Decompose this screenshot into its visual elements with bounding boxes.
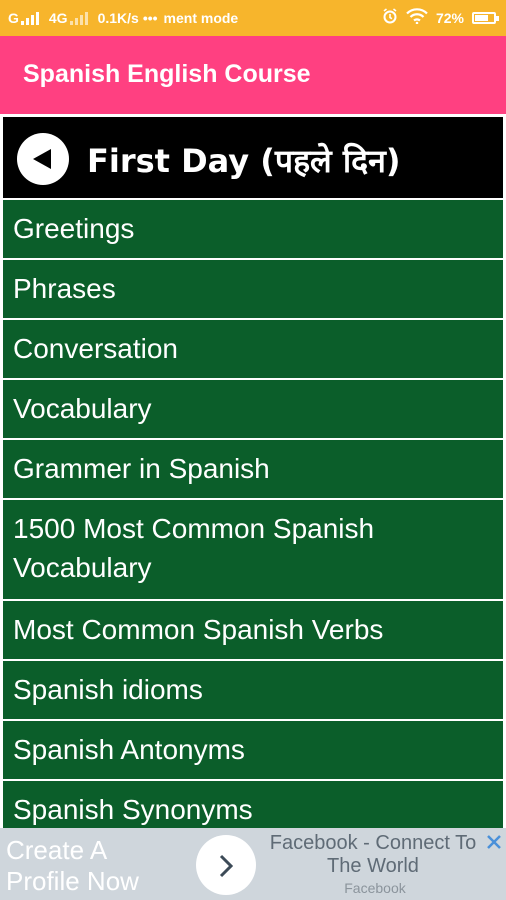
wifi-icon <box>406 8 428 27</box>
list-item-grammar[interactable]: Grammer in Spanish <box>3 438 503 498</box>
list-item-common-verbs[interactable]: Most Common Spanish Verbs <box>3 599 503 659</box>
notification-text: ment mode <box>163 10 239 26</box>
back-arrow-icon <box>33 149 51 169</box>
list-item-label: Spanish Synonyms <box>13 794 253 825</box>
signal-icon <box>20 11 39 25</box>
ad-headline[interactable]: Create A Profile Now <box>6 835 139 897</box>
battery-fill <box>475 14 488 21</box>
ad-title[interactable]: Facebook - Connect To The World <box>262 832 484 878</box>
chevron-right-icon <box>219 854 234 878</box>
list-item-label: Grammer in Spanish <box>13 453 270 484</box>
battery-icon <box>472 11 499 24</box>
network-label: 4G <box>48 10 68 26</box>
list-item-label: Vocabulary <box>13 393 152 424</box>
notification-dots: ••• <box>142 10 158 26</box>
app-title: Spanish English Course <box>23 60 311 88</box>
alarm-icon <box>382 8 398 27</box>
battery-percent: 72% <box>435 9 464 26</box>
list-item-common-vocabulary[interactable]: 1500 Most Common Spanish Vocabulary <box>3 498 503 599</box>
section-title: First Day (पहले दिन) <box>87 142 401 180</box>
list-item-label: Spanish Antonyms <box>13 734 245 765</box>
list-item-antonyms[interactable]: Spanish Antonyms <box>3 719 503 779</box>
app-bar: Spanish English Course <box>0 36 506 114</box>
list-item-label: Spanish idioms <box>13 674 203 705</box>
back-button[interactable] <box>17 133 69 185</box>
list-item-label: Most Common Spanish Verbs <box>13 614 384 645</box>
content-area: First Day (पहले दिन) Greetings Phrases C… <box>0 114 506 839</box>
ad-source: Facebook <box>344 880 406 896</box>
list-item-label: Greetings <box>13 213 135 244</box>
carrier-label: G <box>8 10 19 26</box>
ad-headline-line2: Profile Now <box>6 866 139 896</box>
ad-banner[interactable]: Create A Profile Now Facebook - Connect … <box>0 828 506 900</box>
list-item-label: Phrases <box>13 273 116 304</box>
list-item-label: Conversation <box>13 333 178 364</box>
signal-icon-2 <box>69 11 88 25</box>
list-item-label: 1500 Most Common Spanish Vocabulary <box>13 513 375 583</box>
list-item-conversation[interactable]: Conversation <box>3 318 503 378</box>
ad-headline-line1: Create A <box>6 835 108 865</box>
lesson-list: Greetings Phrases Conversation Vocabular… <box>3 198 503 839</box>
list-item-greetings[interactable]: Greetings <box>3 198 503 258</box>
list-item-phrases[interactable]: Phrases <box>3 258 503 318</box>
list-item-idioms[interactable]: Spanish idioms <box>3 659 503 719</box>
network-speed: 0.1K/s <box>97 10 139 26</box>
close-icon[interactable] <box>484 832 504 852</box>
ad-open-button[interactable] <box>196 835 256 895</box>
section-header: First Day (पहले दिन) <box>3 117 503 198</box>
status-bar: G 4G 0.1K/s ••• ment mode 72% <box>0 0 506 36</box>
list-item-vocabulary[interactable]: Vocabulary <box>3 378 503 438</box>
